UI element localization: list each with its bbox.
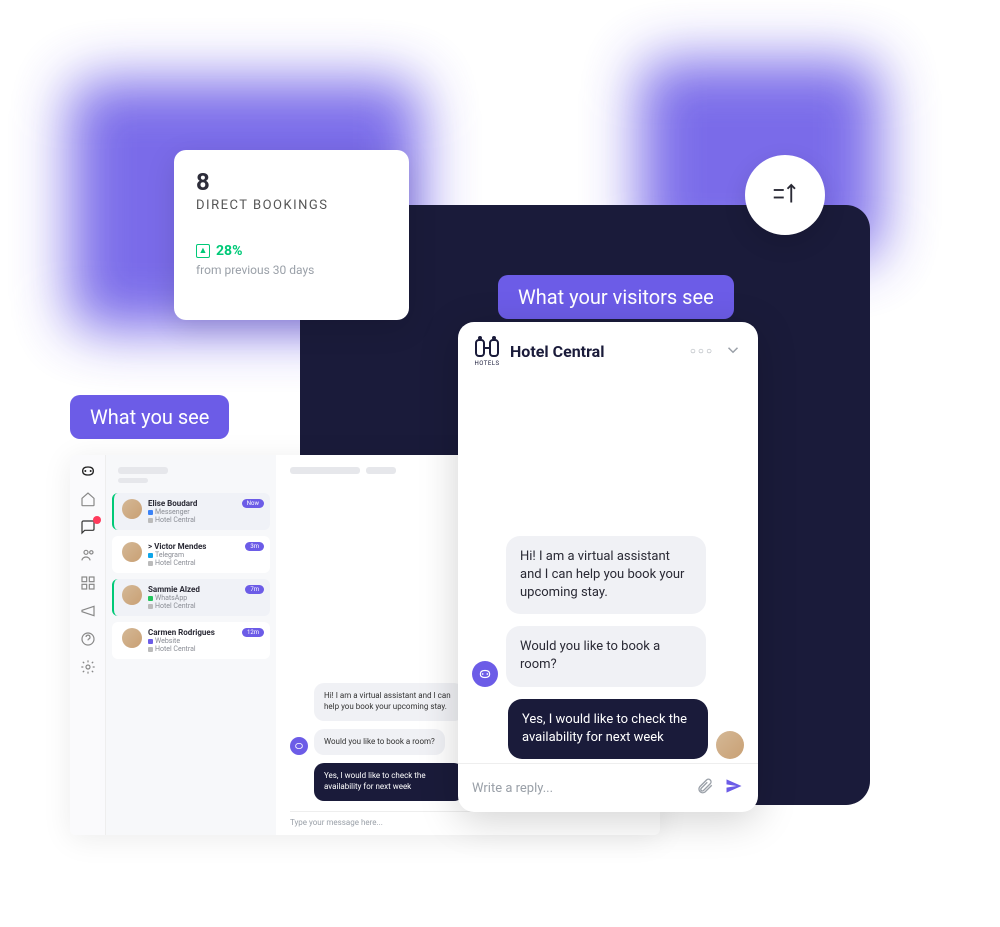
more-icon[interactable]: ○○○ [690,346,714,357]
contact-avatar [122,628,142,648]
settings-icon[interactable] [80,659,96,675]
user-avatar [716,731,744,759]
widget-header: HOTELS Hotel Central ○○○ [458,322,758,381]
contact-sub: Hotel Central [148,602,200,610]
conversation-item[interactable]: > Victor Mendes Telegram Hotel Central 3… [112,536,270,573]
apps-icon[interactable] [80,575,96,591]
contact-name: > Victor Mendes [148,542,206,551]
bot-message: Would you like to book a room? [314,729,445,756]
stats-card: 8 DIRECT BOOKINGS ▲ 28% from previous 30… [174,150,409,320]
help-icon[interactable] [80,631,96,647]
widget-input-placeholder: Write a reply... [472,781,686,796]
chevron-down-icon[interactable] [724,341,742,363]
conversation-time-badge: Now [242,499,264,508]
contact-avatar [122,585,142,605]
conversation-item[interactable]: Carmen Rodrigues Website Hotel Central 1… [112,622,270,659]
contact-sub: Hotel Central [148,516,197,524]
stats-trend-value: 28% [216,243,242,259]
attachment-icon[interactable] [696,777,714,799]
agent-chat-input[interactable]: Type your message here... [290,811,646,827]
contacts-icon[interactable] [80,547,96,563]
sort-icon [770,180,800,210]
conversation-time-badge: 7m [245,585,264,594]
user-message: Yes, I would like to check the availabil… [508,699,708,759]
bot-message: Would you like to book a room? [506,626,706,686]
stats-label: DIRECT BOOKINGS [196,198,387,213]
conversation-list: Elise Boudard Messenger Hotel Central No… [106,455,276,835]
conversation-time-badge: 12m [242,628,264,637]
home-icon[interactable] [80,491,96,507]
contact-sub: Hotel Central [148,559,206,567]
messages-icon[interactable] [80,519,96,535]
contact-name: Sammie Alzed [148,585,200,594]
contact-source: Telegram [148,551,206,559]
campaigns-icon[interactable] [80,603,96,619]
visitors-label-pill: What your visitors see [498,275,734,319]
conversation-item[interactable]: Elise Boudard Messenger Hotel Central No… [112,493,270,530]
bot-message: Hi! I am a virtual assistant and I can h… [506,536,706,615]
contact-name: Carmen Rodrigues [148,628,215,637]
contact-source: WhatsApp [148,594,200,602]
send-icon[interactable] [724,776,744,800]
hotel-logo-label: HOTELS [474,360,499,367]
hotel-logo-icon: HOTELS [474,336,500,367]
contact-avatar [122,542,142,562]
contact-name: Elise Boudard [148,499,197,508]
bot-message: Hi! I am a virtual assistant and I can h… [314,683,464,721]
app-logo-icon [80,463,96,479]
bot-avatar-icon [472,661,498,687]
conversation-time-badge: 3m [245,542,264,551]
agent-input-placeholder: Type your message here... [290,818,383,827]
widget-body: Hi! I am a virtual assistant and I can h… [458,381,758,763]
contact-source: Messenger [148,508,197,516]
you-label-pill: What you see [70,395,229,439]
visitor-chat-widget: HOTELS Hotel Central ○○○ Hi! I am a virt… [458,322,758,812]
contact-sub: Hotel Central [148,645,215,653]
sort-button[interactable] [745,155,825,235]
stats-value: 8 [196,168,387,196]
user-message: Yes, I would like to check the availabil… [314,763,464,801]
widget-input-row[interactable]: Write a reply... [458,763,758,812]
bot-avatar-icon [290,737,308,755]
stats-trend-sub: from previous 30 days [196,263,387,277]
conversation-item[interactable]: Sammie Alzed WhatsApp Hotel Central 7m [112,579,270,616]
arrow-up-icon: ▲ [196,244,210,258]
agent-sidebar [70,455,106,835]
contact-avatar [122,499,142,519]
widget-title: Hotel Central [510,342,680,361]
contact-source: Website [148,637,215,645]
stats-trend: ▲ 28% [196,243,387,259]
list-header-skeleton [112,463,270,493]
